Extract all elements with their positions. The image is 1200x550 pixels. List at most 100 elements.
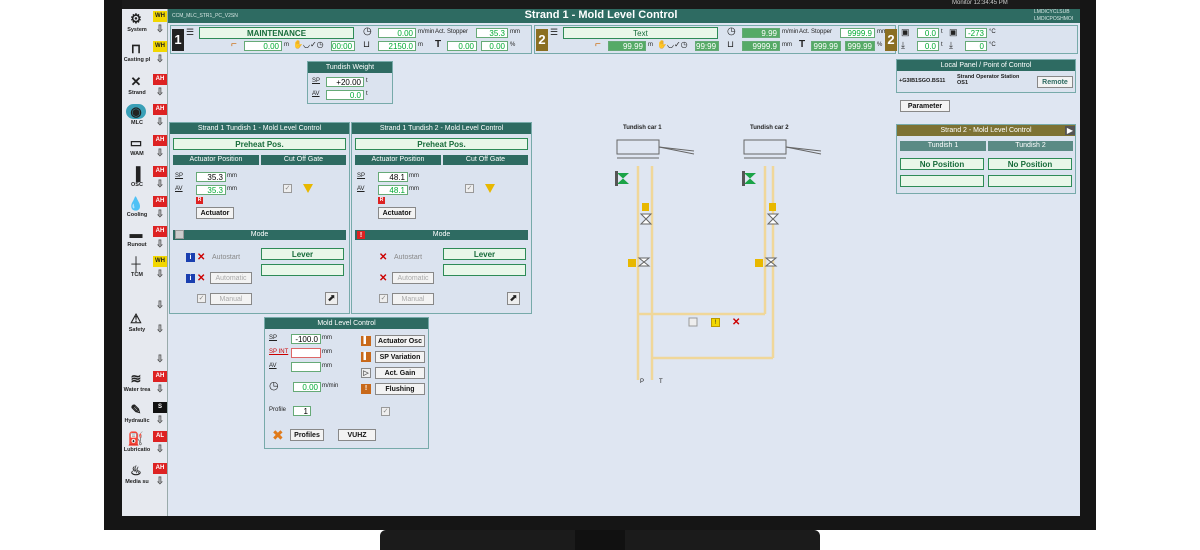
casting-icon: ⊓ xyxy=(130,41,142,56)
arrow-down-icon[interactable]: ⇩ xyxy=(153,476,167,487)
alarm-badge[interactable]: AH xyxy=(153,166,167,177)
manual-checkbox[interactable]: ✓ xyxy=(379,294,388,303)
vuhz-button[interactable]: VUHZ xyxy=(338,429,376,441)
mlc-checkbox[interactable]: ✓ xyxy=(381,407,390,416)
actuator-position-header: Actuator Position xyxy=(355,155,441,165)
alarm-badge[interactable]: AH xyxy=(153,226,167,237)
unit-mm: mm xyxy=(409,186,419,192)
strand-1-weight: 2150.0 xyxy=(378,41,416,51)
arrow-down-icon[interactable]: ⇩ xyxy=(153,415,167,426)
tundish-weight-2: 0.0 xyxy=(917,41,939,51)
manual-checkbox[interactable]: ✓ xyxy=(197,294,206,303)
tundish-1-actuator-button[interactable]: Actuator xyxy=(196,207,234,219)
mlc-profile[interactable]: 1 xyxy=(293,406,311,416)
alarm-badge[interactable]: WH xyxy=(153,256,167,267)
tundish-2-actuator-button[interactable]: Actuator xyxy=(378,207,416,219)
sidebar-item-media[interactable]: ♨ Media su AH ⇩ xyxy=(122,461,168,491)
alarm-badge[interactable]: WH xyxy=(153,41,167,52)
sidebar-item-strand[interactable]: ✕ Strand AH ⇩ xyxy=(122,72,168,102)
tundish-weight-panel: Tundish Weight SP +20.00 t AV 0.0 t xyxy=(307,61,393,104)
flushing-button[interactable]: Flushing xyxy=(375,383,425,395)
gate-valve-icon xyxy=(485,184,495,193)
manual-button[interactable]: Manual xyxy=(210,293,252,305)
arrow-down-icon[interactable]: ⇩ xyxy=(153,209,167,220)
arrow-down-icon[interactable]: ⇩ xyxy=(153,239,167,250)
list-icon[interactable]: ☰ xyxy=(550,27,558,38)
list-icon[interactable]: ☰ xyxy=(186,27,194,38)
sidebar-item-hydraulic[interactable]: ✎ Hydraulic S ⇩ xyxy=(122,400,168,430)
tcm-icon: ┼ xyxy=(131,256,141,271)
sidebar-item-casting[interactable]: ⊓ Casting pl WH ⇩ xyxy=(122,39,168,69)
mlc-title: Mold Level Control xyxy=(265,318,428,329)
sidebar-item-mlc[interactable]: ◉ MLC AH ⇩ xyxy=(122,102,168,132)
alarm-badge[interactable]: WH xyxy=(153,11,167,22)
alarm-badge[interactable]: AL xyxy=(153,431,167,442)
arrow-down-icon[interactable]: ⇩ xyxy=(153,87,167,98)
automatic-button[interactable]: Automatic xyxy=(210,272,252,284)
alarm-badge[interactable]: AH xyxy=(153,196,167,207)
sidebar-item-wam[interactable]: ▭ WAM AH ⇩ xyxy=(122,133,168,163)
sidebar-item-water[interactable]: ≋ Water trea AH ⇩ xyxy=(122,369,168,399)
unit-c: °C xyxy=(989,42,996,48)
sidebar-item-label: Lubricatio xyxy=(123,447,151,453)
disabled-x-icon: ✕ xyxy=(379,273,388,284)
mode-checkbox[interactable] xyxy=(175,230,184,239)
sidebar-item-system[interactable]: ⚙ System WH ⇩ xyxy=(122,9,168,39)
actuator-osc-button[interactable]: Actuator Osc xyxy=(375,335,425,347)
sp-label: SP xyxy=(269,335,278,341)
expand-arrow-icon[interactable]: ▶ xyxy=(1065,126,1075,135)
sidebar-item-label: Cooling xyxy=(126,212,148,218)
tundish-1-sp[interactable]: 35.3 xyxy=(196,172,226,182)
remote-button[interactable]: Remote xyxy=(1037,76,1073,88)
sidebar-item-blank2[interactable]: ⇩ xyxy=(122,339,168,369)
alarm-badge[interactable]: AH xyxy=(153,371,167,382)
flushing-icon: ! xyxy=(361,384,371,394)
arrow-down-icon[interactable]: ⇩ xyxy=(153,444,167,455)
profiles-button[interactable]: Profiles xyxy=(290,429,324,441)
arrow-down-icon[interactable]: ⇩ xyxy=(153,54,167,65)
arrow-down-icon[interactable]: ⇩ xyxy=(153,179,167,190)
parameter-button[interactable]: Parameter xyxy=(900,100,950,112)
chart-icon[interactable]: ⬈ xyxy=(507,292,520,305)
alarm-badge[interactable]: AH xyxy=(153,463,167,474)
hmi-screen: Monitor 12:34:45 PM CCM_MLC_STR1_PC_V2SN… xyxy=(122,0,1080,516)
percent-unit: % xyxy=(877,42,883,48)
alarm-badge[interactable]: AH xyxy=(153,104,167,115)
cut-off-gate-header: Cut Off Gate xyxy=(443,155,528,165)
sidebar-item-runout[interactable]: ▬ Runout AH ⇩ xyxy=(122,224,168,254)
sidebar-item-tcm[interactable]: ┼ TCM WH ⇩ xyxy=(122,254,168,284)
sidebar-item-cooling[interactable]: 💧 Cooling AH ⇩ xyxy=(122,194,168,224)
unit-mm: mm xyxy=(322,363,332,369)
tundish-2-sp[interactable]: 48.1 xyxy=(378,172,408,182)
tundish-2-mlc-panel: Strand 1 Tundish 2 - Mold Level Control … xyxy=(351,122,532,314)
blank2-icon xyxy=(126,341,146,356)
sidebar-item-label: Strand xyxy=(128,90,146,96)
sidebar-item-lubrication[interactable]: ⛽ Lubricatio AL ⇩ xyxy=(122,429,168,459)
gate-checkbox[interactable]: ✓ xyxy=(465,184,474,193)
diagram-checkbox[interactable] xyxy=(688,317,698,327)
arrow-down-icon[interactable]: ⇩ xyxy=(153,117,167,128)
alarm-badge[interactable]: AH xyxy=(153,74,167,85)
sidebar-item-osc[interactable]: ▐ OSC AH ⇩ xyxy=(122,164,168,194)
arrow-down-icon[interactable]: ⇩ xyxy=(153,354,167,365)
arrow-down-icon[interactable]: ⇩ xyxy=(153,269,167,280)
osc-icon: ▐ xyxy=(131,166,141,181)
automatic-button[interactable]: Automatic xyxy=(392,272,434,284)
act-gain-button[interactable]: Act. Gain xyxy=(375,367,425,379)
arrow-down-icon[interactable]: ⇩ xyxy=(153,384,167,395)
gate-checkbox[interactable]: ✓ xyxy=(283,184,292,193)
title-bar: CCM_MLC_STR1_PC_V2SN Strand 1 - Mold Lev… xyxy=(122,9,1080,23)
arrow-down-icon[interactable]: ⇩ xyxy=(153,24,167,35)
manual-button[interactable]: Manual xyxy=(392,293,434,305)
mlc-sp[interactable]: -100.0 xyxy=(291,334,321,344)
sp-variation-button[interactable]: SP Variation xyxy=(375,351,425,363)
chart-icon[interactable]: ⬈ xyxy=(325,292,338,305)
sidebar-item-safety[interactable]: ⚠ Safety ⇩ xyxy=(122,309,168,339)
arrow-down-icon[interactable]: ⇩ xyxy=(153,324,167,335)
alarm-badge[interactable]: S xyxy=(153,402,167,413)
sidebar-item-label: MLC xyxy=(131,120,143,126)
arrow-down-icon[interactable]: ⇩ xyxy=(153,148,167,159)
alarm-badge[interactable]: AH xyxy=(153,135,167,146)
tundish-2-status-field xyxy=(988,175,1072,187)
tundish-weight-sp[interactable]: +20.00 xyxy=(326,77,364,87)
